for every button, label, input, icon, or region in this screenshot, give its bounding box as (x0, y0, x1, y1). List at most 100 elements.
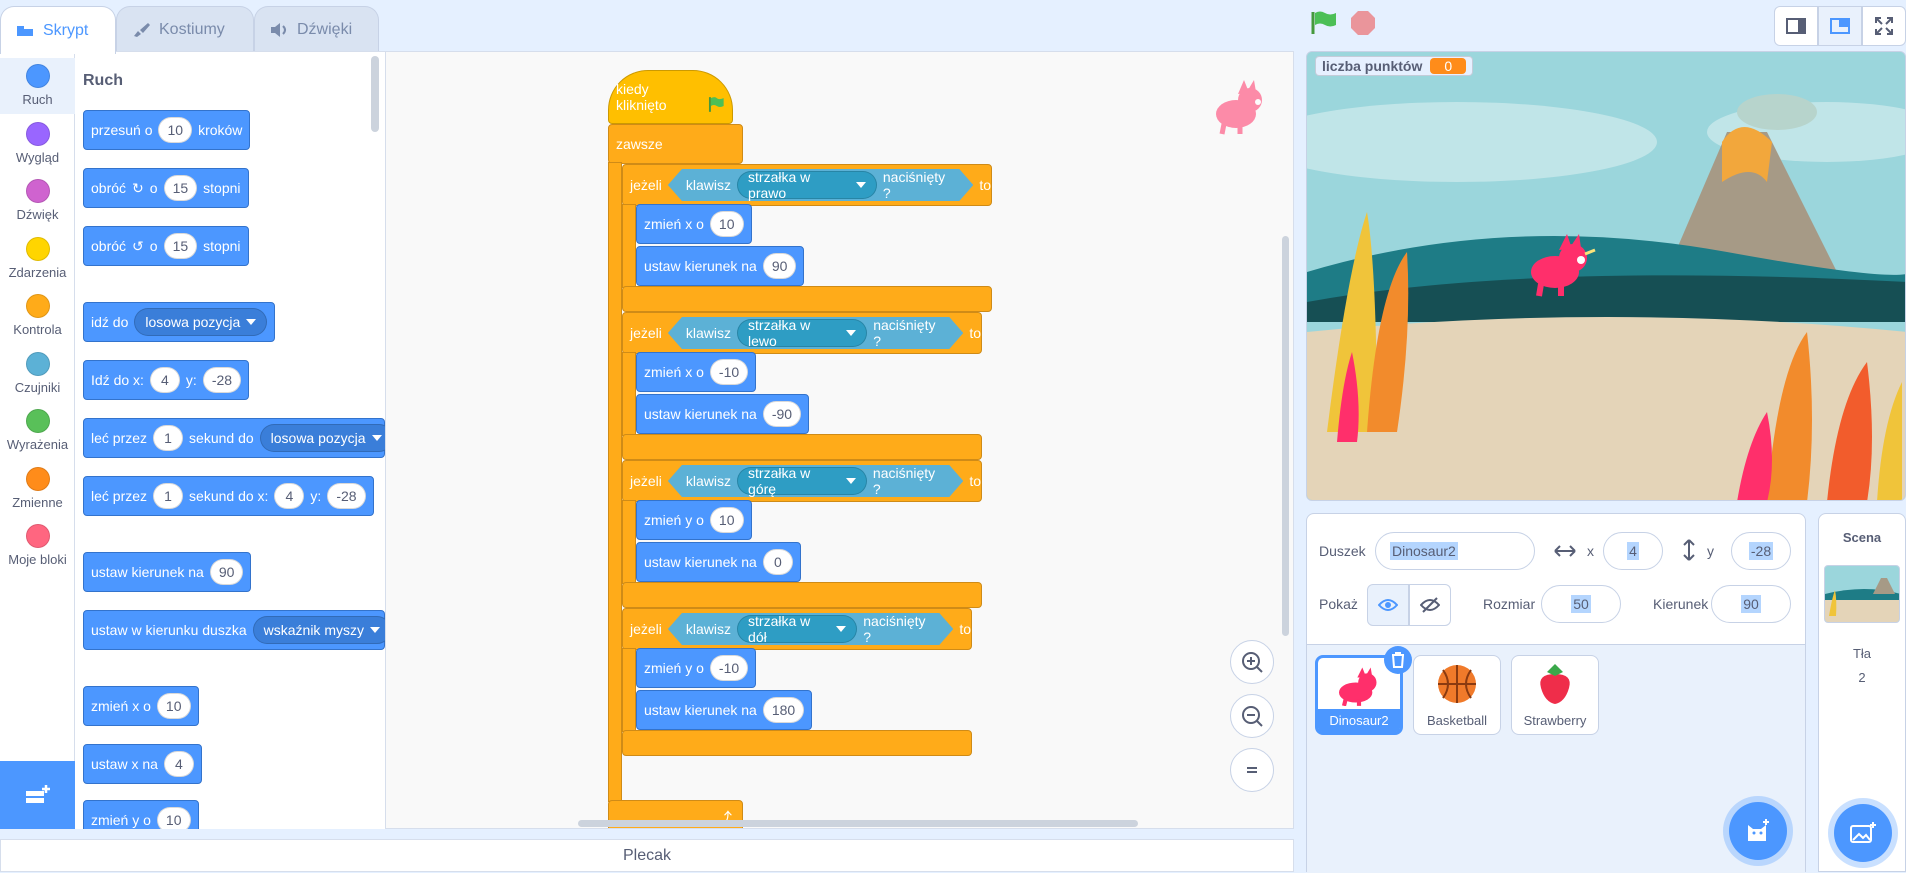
block-input[interactable]: 90 (209, 559, 244, 585)
block-point-towards[interactable]: ustaw w kierunku duszka wskaźnik myszy (83, 610, 385, 650)
category-ruch[interactable]: Ruch (0, 58, 75, 114)
sprite-tile-basketball[interactable]: Basketball (1413, 655, 1501, 735)
sprite-name-field[interactable]: Dinosaur2 (1375, 532, 1535, 570)
normal-stage-button[interactable] (1818, 6, 1862, 46)
block-input[interactable]: -10 (709, 655, 749, 681)
script-area[interactable]: kiedy kliknięto zawsze ⤴ jeżeliklawiszst… (385, 51, 1294, 829)
backpack-bar[interactable]: Plecak (0, 839, 1294, 872)
key-pressed-condition[interactable]: klawisz strzałka w prawo naciśnięty ? (668, 169, 973, 201)
category-czujniki[interactable]: Czujniki (0, 346, 75, 402)
block-glide[interactable]: leć przez 1 sekund do losowa pozycja (83, 418, 385, 458)
horizontal-scrollbar[interactable] (578, 820, 1138, 827)
hide-button[interactable] (1409, 584, 1451, 626)
sprite-tile-strawberry[interactable]: Strawberry (1511, 655, 1599, 735)
category-zdarzenia[interactable]: Zdarzenia (0, 231, 75, 287)
size-field[interactable]: 50 (1541, 585, 1621, 623)
glide-dropdown[interactable]: losowa pozycja (259, 424, 385, 452)
block-input[interactable]: 10 (709, 211, 744, 237)
category-moje-bloki[interactable]: Moje bloki (0, 518, 75, 574)
block-input[interactable]: 4 (149, 367, 180, 393)
vertical-scrollbar[interactable] (1282, 236, 1289, 636)
tab-sounds[interactable]: Dźwięki (254, 6, 379, 52)
green-flag-button[interactable] (1309, 10, 1339, 36)
point-direction-block[interactable]: ustaw kierunek na 0 (636, 542, 801, 582)
y-field[interactable]: -28 (1731, 532, 1791, 570)
category-kontrola[interactable]: Kontrola (0, 288, 75, 344)
block-turn-left[interactable]: obróć ↺ o 15 stopni (83, 226, 249, 266)
zoom-reset-button[interactable] (1230, 748, 1274, 792)
block-point-direction[interactable]: ustaw kierunek na 90 (83, 552, 252, 592)
block-change-y[interactable]: zmień y o 10 (83, 800, 199, 829)
if-block[interactable]: jeżeli klawisz strzałka w górę naciśnięty ?… (622, 460, 982, 502)
block-goto[interactable]: idź do losowa pozycja (83, 302, 276, 342)
block-input[interactable]: 1 (153, 483, 184, 509)
key-dropdown[interactable]: strzałka w górę (737, 467, 867, 495)
point-direction-block[interactable]: ustaw kierunek na 90 (636, 246, 805, 286)
forever-block[interactable]: zawsze (608, 124, 743, 164)
block-input[interactable]: -90 (762, 401, 802, 427)
block-input[interactable]: 1 (153, 425, 184, 451)
zoom-out-button[interactable] (1230, 694, 1274, 738)
point-direction-block[interactable]: ustaw kierunek na 180 (636, 690, 813, 730)
block-input[interactable]: 0 (762, 549, 793, 575)
tab-code[interactable]: Skrypt (0, 6, 116, 54)
block-input[interactable]: 90 (762, 253, 797, 279)
show-button[interactable] (1367, 584, 1409, 626)
block-input[interactable]: 15 (163, 233, 198, 259)
change-axis-block[interactable]: zmień y o -10 (636, 648, 757, 688)
direction-field[interactable]: 90 (1711, 585, 1791, 623)
block-input[interactable]: 4 (274, 483, 305, 509)
sprite-tile-dinosaur2[interactable]: Dinosaur2 (1315, 646, 1412, 735)
block-input[interactable]: 15 (163, 175, 198, 201)
delete-sprite-button[interactable] (1384, 646, 1412, 674)
stage-canvas[interactable]: liczba punktów 0 (1306, 51, 1906, 501)
zoom-in-button[interactable] (1230, 640, 1274, 684)
block-move-steps[interactable]: przesuń o 10 kroków (83, 110, 251, 150)
key-pressed-condition[interactable]: klawisz strzałka w lewo naciśnięty ? (668, 317, 963, 349)
block-input[interactable]: -28 (202, 367, 242, 393)
goto-dropdown[interactable]: losowa pozycja (134, 308, 268, 336)
towards-dropdown[interactable]: wskaźnik myszy (252, 616, 385, 644)
if-block[interactable]: jeżeli klawisz strzałka w lewo naciśnięty ?… (622, 312, 982, 354)
key-pressed-condition[interactable]: klawisz strzałka w dół naciśnięty ? (668, 613, 953, 645)
when-flag-clicked-block[interactable]: kiedy kliknięto (608, 70, 733, 124)
key-dropdown[interactable]: strzałka w prawo (737, 171, 877, 199)
backdrop-thumbnail[interactable] (1824, 565, 1900, 623)
x-field[interactable]: 4 (1603, 532, 1663, 570)
point-direction-block[interactable]: ustaw kierunek na -90 (636, 394, 810, 434)
if-block[interactable]: jeżeli klawisz strzałka w dół naciśnięty ? t… (622, 608, 972, 650)
block-goto-xy[interactable]: Idź do x: 4 y: -28 (83, 360, 250, 400)
stage-selector-panel[interactable]: Scena Tła 2 (1818, 513, 1906, 872)
block-input[interactable]: 10 (709, 507, 744, 533)
tab-costumes[interactable]: Kostiumy (116, 6, 254, 52)
category-wyrażenia[interactable]: Wyrażenia (0, 403, 75, 459)
block-input[interactable]: 10 (156, 807, 191, 829)
block-change-x[interactable]: zmień x o 10 (83, 686, 199, 726)
change-axis-block[interactable]: zmień y o 10 (636, 500, 752, 540)
stop-button[interactable] (1350, 10, 1376, 36)
category-wygląd[interactable]: Wygląd (0, 116, 75, 172)
block-set-x[interactable]: ustaw x na 4 (83, 744, 202, 784)
category-zmienne[interactable]: Zmienne (0, 461, 75, 517)
change-axis-block[interactable]: zmień x o 10 (636, 204, 752, 244)
key-dropdown[interactable]: strzałka w dół (737, 615, 857, 643)
block-input[interactable]: -28 (327, 483, 366, 509)
fullscreen-button[interactable] (1862, 6, 1906, 46)
add-sprite-button[interactable] (1729, 802, 1787, 860)
block-input[interactable]: -10 (709, 359, 749, 385)
if-block[interactable]: jeżeli klawisz strzałka w prawo naciśnięty … (622, 164, 992, 206)
block-input[interactable]: 4 (163, 751, 194, 777)
block-input[interactable]: 10 (158, 117, 193, 143)
add-backdrop-button[interactable] (1834, 804, 1892, 862)
key-dropdown[interactable]: strzałka w lewo (737, 319, 867, 347)
block-glide-xy[interactable]: leć przez 1 sekund do x: 4 y: -28 (83, 476, 374, 516)
add-extension-button[interactable] (0, 761, 75, 829)
change-axis-block[interactable]: zmień x o -10 (636, 352, 757, 392)
block-input[interactable]: 10 (156, 693, 191, 719)
category-dźwięk[interactable]: Dźwięk (0, 173, 75, 229)
key-pressed-condition[interactable]: klawisz strzałka w górę naciśnięty ? (668, 465, 963, 497)
block-turn-right[interactable]: obróć ↻ o 15 stopni (83, 168, 249, 208)
palette-scrollbar[interactable] (371, 56, 379, 132)
block-input[interactable]: 180 (762, 697, 805, 723)
small-stage-button[interactable] (1774, 6, 1818, 46)
